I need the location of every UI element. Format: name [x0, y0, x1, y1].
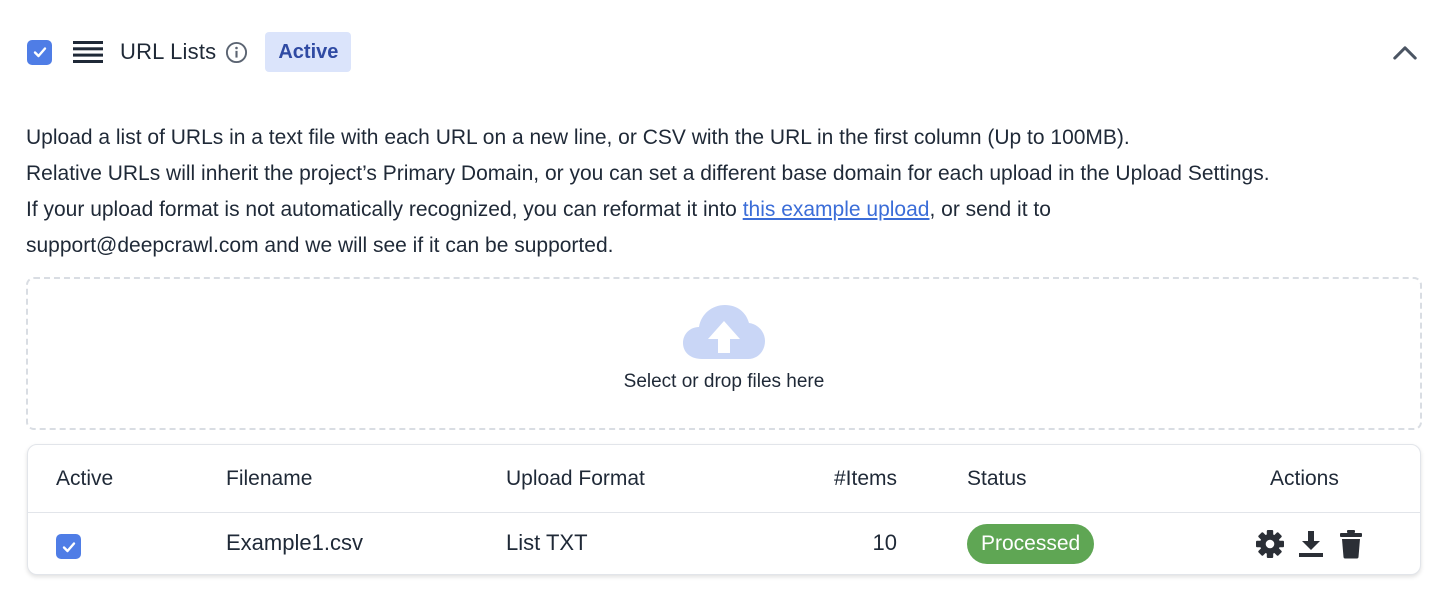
- section-enable-checkbox[interactable]: [27, 39, 52, 65]
- collapse-button[interactable]: [1390, 37, 1420, 67]
- description-line: support@deepcrawl.com and we will see if…: [26, 234, 614, 257]
- download-icon: [1299, 531, 1323, 557]
- uploads-table: Active Filename Upload Format #Items Sta…: [27, 444, 1421, 575]
- section-description: Upload a list of URLs in a text file wit…: [26, 120, 1426, 264]
- description-text: , or send it to: [929, 198, 1051, 221]
- chevron-up-icon: [1393, 45, 1417, 60]
- column-header-items: #Items: [833, 467, 897, 490]
- cloud-upload-icon: [683, 305, 765, 359]
- delete-button[interactable]: [1339, 529, 1363, 559]
- row-format: List TXT: [506, 530, 588, 555]
- column-header-status: Status: [967, 467, 1027, 490]
- table-row: Example1.csv List TXT 10 Processed: [28, 513, 1420, 574]
- row-active-checkbox[interactable]: [56, 534, 81, 559]
- check-icon: [33, 47, 46, 58]
- description-line: Upload a list of URLs in a text file wit…: [26, 126, 1130, 149]
- description-line: If your upload format is not automatical…: [26, 192, 1426, 228]
- section-header: URL Lists Active: [27, 31, 1420, 73]
- info-icon[interactable]: [225, 41, 248, 64]
- row-filename: Example1.csv: [226, 530, 363, 555]
- column-header-format: Upload Format: [506, 467, 645, 490]
- download-button[interactable]: [1298, 529, 1324, 559]
- file-dropzone[interactable]: Select or drop files here: [26, 277, 1422, 430]
- column-header-active: Active: [56, 467, 114, 490]
- trash-icon: [1340, 530, 1362, 559]
- gear-icon: [1256, 530, 1284, 558]
- description-text: If your upload format is not automatical…: [26, 198, 743, 221]
- section-title: URL Lists: [120, 39, 217, 64]
- check-icon: [62, 541, 75, 552]
- settings-button[interactable]: [1255, 529, 1285, 559]
- row-items: 10: [872, 530, 897, 555]
- status-badge: Active: [265, 32, 352, 72]
- column-header-actions: Actions: [1270, 467, 1339, 490]
- table-header: Active Filename Upload Format #Items Sta…: [28, 445, 1420, 513]
- row-status-badge: Processed: [967, 524, 1095, 564]
- description-line: Relative URLs will inherit the project’s…: [26, 162, 1270, 185]
- dropzone-text: Select or drop files here: [623, 371, 825, 392]
- list-icon: [73, 40, 103, 64]
- example-upload-link[interactable]: this example upload: [743, 198, 930, 221]
- column-header-filename: Filename: [226, 467, 313, 490]
